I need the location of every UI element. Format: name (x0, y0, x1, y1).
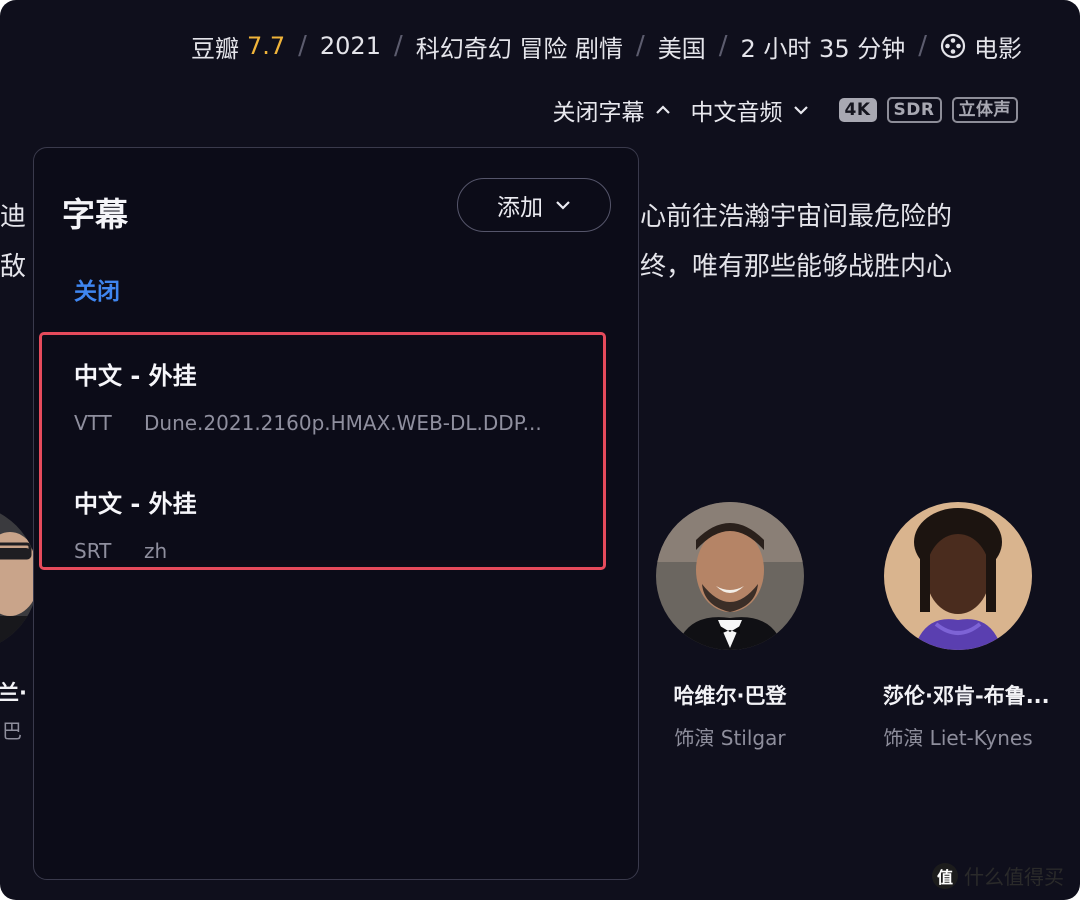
subtitle-off-option[interactable]: 关闭 (74, 272, 120, 306)
meta-separator: / (718, 31, 728, 61)
meta-separator: / (298, 31, 307, 61)
audio-selector-label: 中文音频 (690, 100, 783, 126)
subtitle-track[interactable]: 中文 - 外挂 SRT zh (74, 484, 197, 563)
watermark-logo-icon: 值 (932, 862, 958, 889)
watermark-text: 什么值得买 (964, 865, 1064, 889)
meta-separator: / (918, 31, 927, 61)
cast-avatar (656, 502, 804, 650)
description-fragment: 终，唯有那些能够战胜内心 (640, 252, 953, 282)
movie-meta-row: 豆瓣 7.7 / 2021 / 科幻奇幻 冒险 剧情 / 美国 / 2 小时 3… (191, 26, 1022, 66)
badge-4k: 4K (838, 98, 877, 122)
chevron-up-icon (655, 105, 671, 115)
cast-card[interactable]: 莎伦·邓肯-布鲁... 饰演 Liet-Kynes (883, 502, 1050, 751)
film-reel-icon (940, 33, 966, 59)
description-fragment: 敌 (0, 252, 27, 282)
cast-name: 哈维尔·巴登 (673, 684, 787, 708)
cast-role: 饰演 Liet-Kynes (883, 726, 1033, 750)
track-source: zh (144, 539, 168, 563)
track-title: 中文 - 外挂 (74, 490, 197, 518)
subtitle-track[interactable]: 中文 - 外挂 VTT Dune.2021.2160p.HMAX.WEB-DL.… (74, 356, 542, 435)
genres: 科幻奇幻 冒险 剧情 (415, 34, 623, 63)
subtitle-panel: 字幕 添加 关闭 中文 - 外挂 VTT Dune.2021.2160p.HMA… (33, 147, 639, 880)
watermark: 值 什么值得买 (932, 861, 1064, 890)
track-source: Dune.2021.2160p.HMAX.WEB-DL.DDP... (144, 411, 542, 435)
track-title: 中文 - 外挂 (74, 362, 197, 390)
chevron-down-icon (793, 105, 809, 115)
subtitle-toggle[interactable]: 关闭字幕 (553, 93, 671, 127)
badge-sdr: SDR (886, 97, 942, 123)
cast-name: 莎伦·邓肯-布鲁... (883, 684, 1050, 708)
description-fragment: 迪 (0, 202, 27, 232)
add-subtitle-button[interactable]: 添加 (457, 178, 611, 232)
cast-role: 饰演 Stilgar (674, 726, 786, 750)
meta-separator: / (393, 31, 403, 61)
country: 美国 (657, 34, 706, 63)
douban-rating: 7.7 (246, 32, 286, 60)
app-window: 豆瓣 7.7 / 2021 / 科幻奇幻 冒险 剧情 / 美国 / 2 小时 3… (0, 0, 1080, 900)
badge-stereo: 立体声 (951, 97, 1018, 123)
audio-selector[interactable]: 中文音频 (691, 93, 809, 127)
add-subtitle-label: 添加 (497, 195, 543, 221)
subtitle-toggle-label: 关闭字幕 (552, 100, 645, 126)
meta-separator: / (636, 31, 645, 61)
media-type: 电影 (974, 34, 1022, 63)
description-fragment: 心前往浩瀚宇宙间最危险的 (640, 202, 953, 232)
chevron-down-icon (555, 200, 571, 210)
douban-label: 豆瓣 (190, 34, 239, 63)
track-format: VTT (74, 411, 112, 435)
cast-avatar (884, 502, 1032, 650)
track-format: SRT (74, 539, 112, 563)
cast-role: 巴 (2, 719, 22, 743)
panel-title: 字幕 (62, 195, 128, 234)
cast-name: 兰· (0, 681, 27, 705)
duration: 2 小时 35 分钟 (740, 34, 906, 63)
release-year: 2021 (319, 32, 381, 60)
playback-controls-row: 关闭字幕 中文音频 4K SDR 立体声 (553, 92, 1018, 128)
quality-badges: 4K SDR 立体声 (829, 97, 1018, 123)
cast-card[interactable]: 哈维尔·巴登 饰演 Stilgar (655, 502, 805, 751)
